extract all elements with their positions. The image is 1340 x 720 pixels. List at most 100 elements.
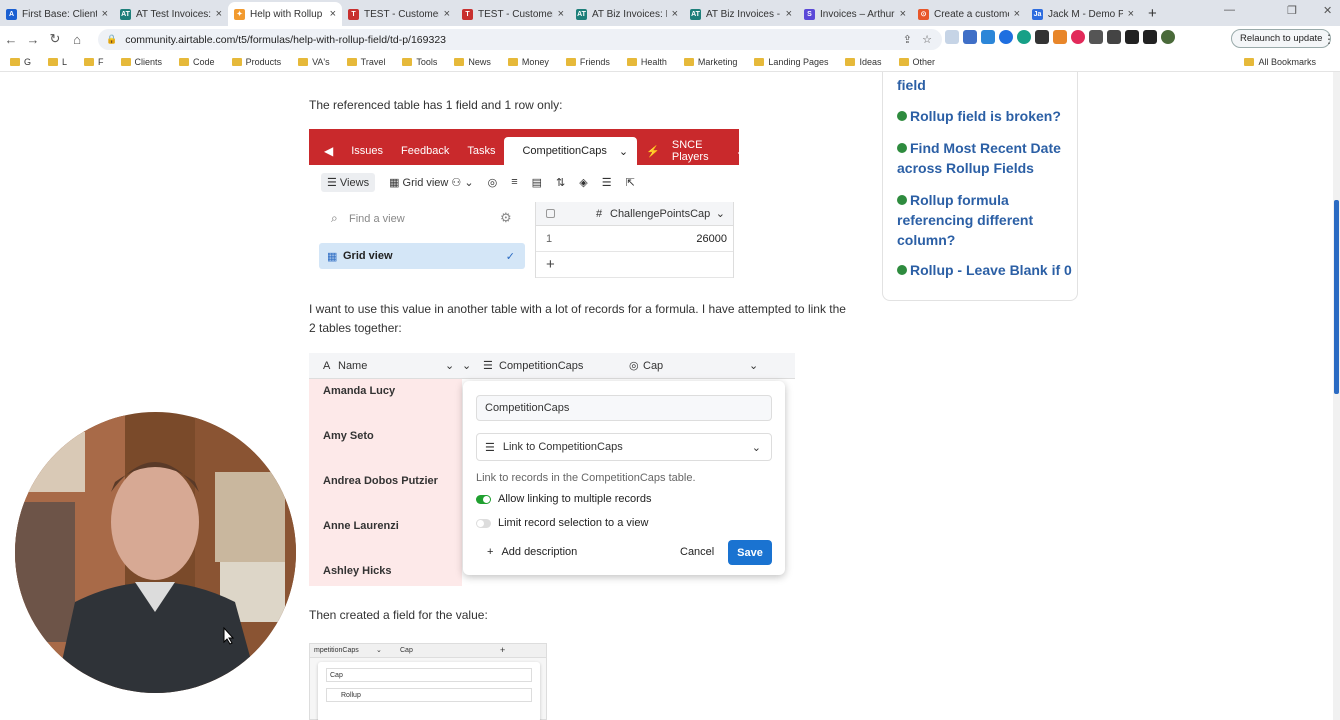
close-tab-icon[interactable]: ×	[786, 8, 792, 20]
close-tab-icon[interactable]: ×	[1014, 8, 1020, 20]
bookmark-folder[interactable]: L	[48, 57, 67, 67]
browser-tab[interactable]: T TEST - Customer ×	[342, 2, 456, 26]
bookmark-folder[interactable]: News	[454, 57, 491, 67]
browser-toolbar: ← → ↻ ⌂ 🔒 community.airtable.com/t5/form…	[0, 26, 1340, 52]
extension-icon[interactable]	[1071, 30, 1085, 44]
address-bar[interactable]: 🔒 community.airtable.com/t5/formulas/hel…	[98, 29, 942, 50]
maximize-icon[interactable]: ❐	[1287, 4, 1297, 17]
check-icon	[897, 265, 907, 275]
browser-tab[interactable]: S Invoices – Arthur ×	[798, 2, 912, 26]
bookmark-folder[interactable]: Other	[898, 57, 935, 67]
browser-tab[interactable]: ⊙ Create a custome ×	[912, 2, 1026, 26]
puzzle-icon[interactable]	[1125, 30, 1139, 44]
post-image-rollup-field: mpetitionCaps ⌄ Cap + Cap Rollup	[309, 643, 547, 720]
bookmark-folder[interactable]: Marketing	[683, 57, 737, 67]
scrollbar[interactable]	[1333, 72, 1340, 720]
relaunch-label: Relaunch to update	[1240, 33, 1323, 44]
browser-tab[interactable]: AT AT Biz Invoices - A ×	[684, 2, 798, 26]
gmail-icon[interactable]	[1035, 30, 1049, 44]
related-link[interactable]: Find Most Recent Date across Rollup Fiel…	[897, 138, 1072, 178]
scrollbar-thumb[interactable]	[1334, 200, 1339, 394]
bookmark-label: Code	[193, 56, 215, 67]
close-tab-icon[interactable]: ×	[900, 8, 906, 20]
close-tab-icon[interactable]: ×	[558, 8, 564, 20]
star-icon[interactable]: ☆	[922, 33, 932, 46]
grid-view-switch: ▦ Grid view ⚇ ⌄	[389, 176, 474, 189]
close-tab-icon[interactable]: ×	[216, 8, 222, 20]
related-link-partial[interactable]: field	[897, 75, 926, 95]
pen-icon[interactable]	[1089, 30, 1103, 44]
add-description-label: Add description	[501, 546, 578, 558]
option-multiple: Allow linking to multiple records	[476, 493, 651, 505]
webcam-video	[15, 412, 296, 693]
bookmark-folder[interactable]: G	[10, 57, 31, 67]
site-info-icon[interactable]: 🔒	[106, 34, 117, 45]
reload-icon[interactable]: ↻	[44, 31, 66, 47]
bookmark-folder[interactable]: Friends	[565, 57, 610, 67]
chevron-down-icon: ⌄	[749, 360, 759, 372]
extension-icon[interactable]	[1107, 30, 1121, 44]
extension-icon[interactable]	[1017, 30, 1031, 44]
tab-favicon-icon: A	[6, 8, 17, 20]
minimize-icon[interactable]: —	[1224, 4, 1235, 16]
check-icon: ✓	[505, 250, 515, 263]
page-content: The referenced table has 1 field and 1 r…	[0, 72, 1340, 720]
tab-favicon-icon: Ja	[1032, 8, 1043, 20]
close-tab-icon[interactable]: ×	[330, 8, 336, 20]
bookmark-folder[interactable]: Money	[507, 57, 549, 67]
bookmark-folder[interactable]: Landing Pages	[754, 57, 828, 67]
menu-icon[interactable]: ⋮	[1323, 32, 1335, 46]
folder-icon	[402, 57, 413, 66]
bookmark-folder[interactable]: Health	[626, 56, 667, 67]
url-text[interactable]: community.airtable.com/t5/formulas/help-…	[125, 34, 446, 46]
share-icon[interactable]: ⇪	[903, 33, 912, 46]
bookmark-label: L	[62, 56, 68, 67]
relaunch-button[interactable]: Relaunch to update	[1231, 29, 1332, 48]
related-link[interactable]: Rollup field is broken?	[897, 106, 1072, 126]
back-icon[interactable]: ←	[0, 32, 22, 47]
bookmark-folder[interactable]: Products	[231, 57, 281, 67]
extension-icon[interactable]	[981, 30, 995, 44]
forward-icon[interactable]: →	[22, 32, 44, 47]
all-bookmarks[interactable]: All Bookmarks	[1244, 57, 1316, 67]
folder-icon	[1244, 58, 1255, 66]
close-tab-icon[interactable]: ×	[672, 8, 678, 20]
grid-table: # ChallengePointsCap ⌄ 1 26000 +	[535, 202, 734, 278]
bookmark-folder[interactable]: Travel	[346, 57, 385, 67]
toggle-on	[476, 494, 491, 504]
bookmark-label: Health	[640, 56, 667, 67]
sidepanel-icon[interactable]	[1143, 30, 1157, 44]
extension-icon[interactable]	[945, 30, 959, 44]
extension-icon[interactable]	[963, 30, 977, 44]
related-link[interactable]: Rollup - Leave Blank if 0	[897, 260, 1077, 280]
metamask-icon[interactable]	[1053, 30, 1067, 44]
tab-title: AT Biz Invoices - A	[706, 8, 781, 20]
browser-tab[interactable]: AT AT Test Invoices: C ×	[114, 2, 228, 26]
bookmark-folder[interactable]: Clients	[120, 57, 162, 67]
home-icon[interactable]: ⌂	[66, 32, 88, 47]
browser-tab[interactable]: T TEST - Customer ×	[456, 2, 570, 26]
bookmark-folder[interactable]: VA's	[298, 57, 330, 67]
new-tab-button[interactable]: +	[1148, 5, 1157, 22]
profile-avatar[interactable]	[1161, 30, 1175, 44]
browser-tab[interactable]: AT AT Biz Invoices: In ×	[570, 2, 684, 26]
bookmark-folder[interactable]: F	[84, 57, 104, 67]
post-paragraph: Then created a field for the value:	[309, 608, 488, 622]
bookmark-folder[interactable]: Tools	[402, 57, 437, 67]
post-image-referenced-table: ◀ Issues Feedback Tasks CompetitionCaps …	[309, 129, 745, 278]
related-link[interactable]: Rollup formula referencing different col…	[897, 190, 1057, 250]
browser-tab[interactable]: A First Base: Clients ×	[0, 2, 114, 26]
column-header: CompetitionCaps	[499, 359, 584, 372]
extension-icon[interactable]	[999, 30, 1013, 44]
row-number: 1	[546, 232, 553, 245]
bookmark-folder[interactable]: Code	[179, 57, 215, 67]
close-tab-icon[interactable]: ×	[444, 8, 450, 20]
close-tab-icon[interactable]: ×	[102, 8, 108, 20]
browser-tab[interactable]: Ja Jack M - Demo P ×	[1026, 2, 1140, 26]
bookmark-folder[interactable]: Ideas	[845, 57, 882, 67]
close-tab-icon[interactable]: ×	[1128, 8, 1134, 20]
tab-title: AT Test Invoices: C	[136, 8, 211, 20]
close-icon[interactable]: ✕	[1323, 4, 1332, 17]
folder-icon	[507, 57, 518, 66]
browser-tab[interactable]: ✦ Help with Rollup F ×	[228, 2, 342, 26]
